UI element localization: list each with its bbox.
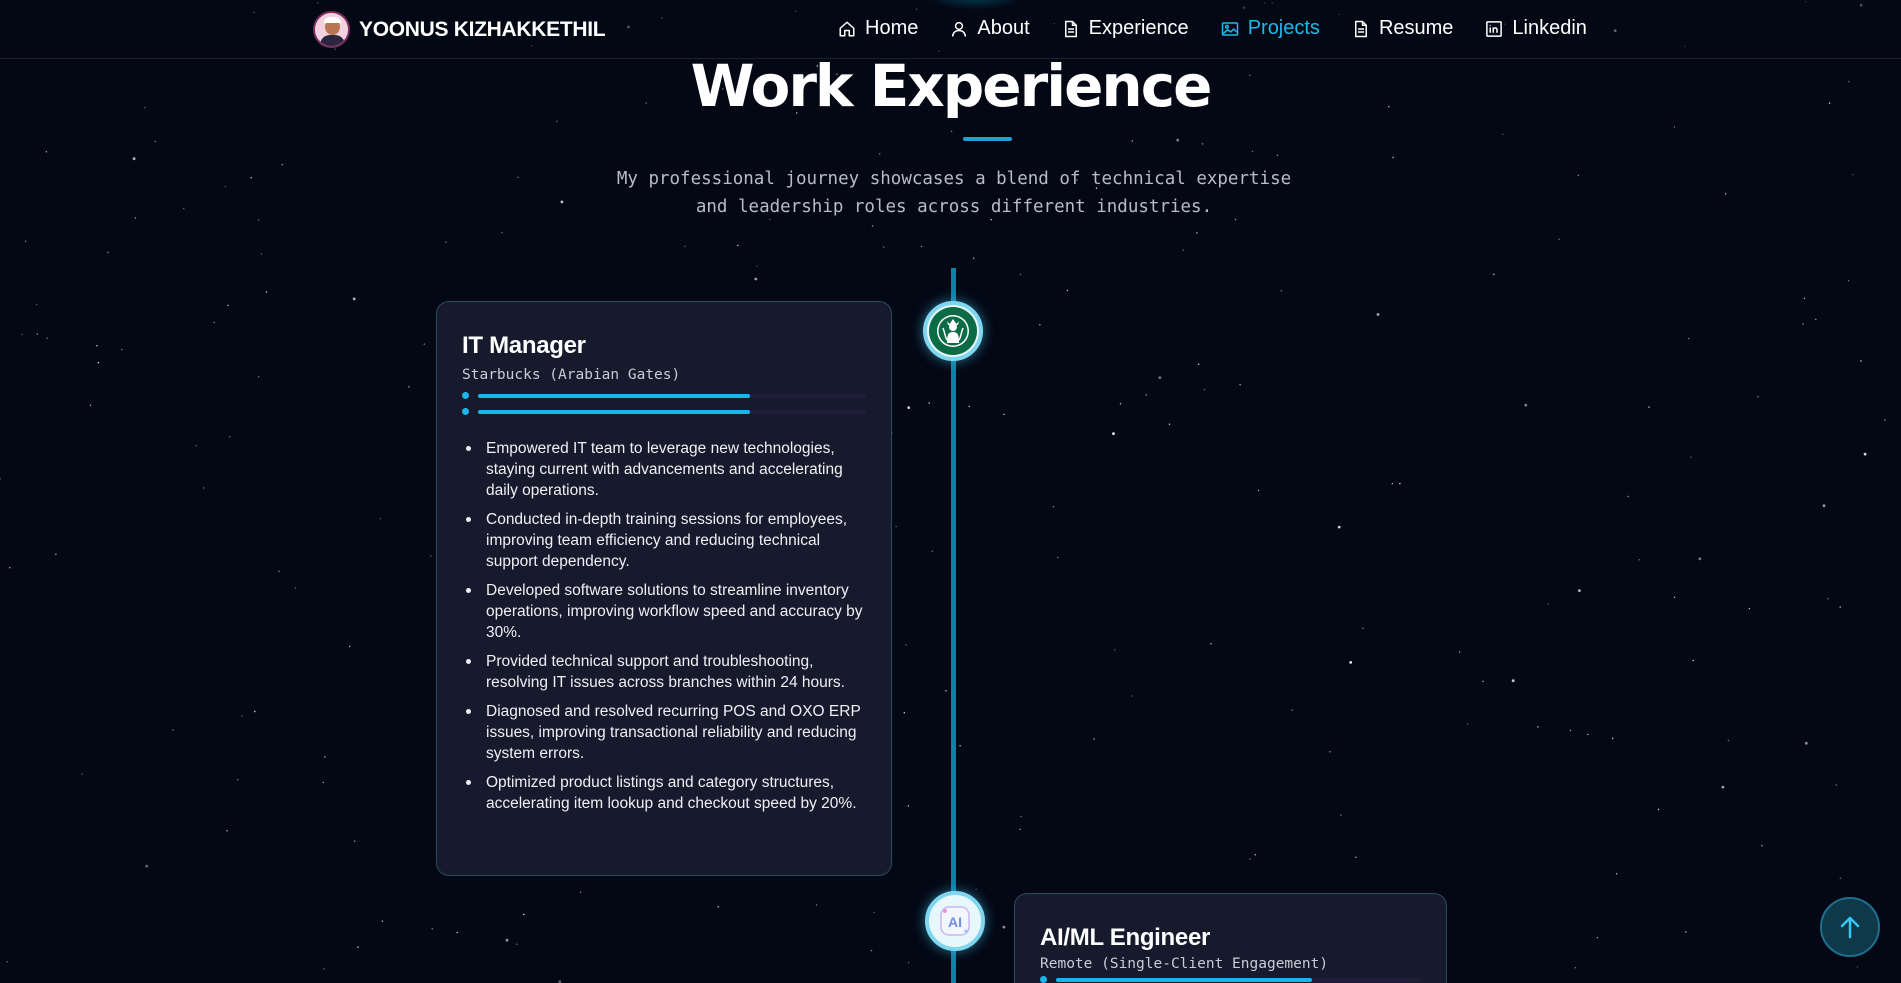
experience-card-it-manager: IT Manager Starbucks (Arabian Gates) Emp… xyxy=(436,301,892,876)
user-icon xyxy=(952,21,967,37)
nav-about[interactable]: About xyxy=(950,17,1030,40)
navbar: YOONUS KIZHAKKETHIL Home About Experienc… xyxy=(0,0,1901,59)
brand-name: YOONUS KIZHAKKETHIL xyxy=(359,17,606,41)
section-subtitle: My professional journey showcases a blen… xyxy=(600,165,1308,221)
starbucks-logo-icon xyxy=(923,301,983,361)
job-title: IT Manager xyxy=(462,332,586,359)
list-item: Conducted in-depth training sessions for… xyxy=(462,509,866,572)
nav-experience-label: Experience xyxy=(1088,17,1189,39)
scroll-to-top-button[interactable] xyxy=(1820,897,1880,957)
title-underline xyxy=(963,137,1012,141)
nav-home[interactable]: Home xyxy=(838,17,918,40)
company-name: Starbucks (Arabian Gates) xyxy=(462,367,681,383)
svg-text:AI: AI xyxy=(948,914,962,930)
subtitle-line-2: and leadership roles across different in… xyxy=(695,197,1213,217)
nav-projects[interactable]: Projects xyxy=(1221,17,1320,40)
avatar xyxy=(313,11,350,48)
nav-links: Home About Experience Projects Resume Li… xyxy=(838,17,1587,40)
list-item: Empowered IT team to leverage new techno… xyxy=(462,438,866,501)
arrow-up-icon xyxy=(1840,916,1860,939)
nav-experience[interactable]: Experience xyxy=(1062,17,1189,40)
progress-bar xyxy=(462,392,866,399)
progress-bar xyxy=(462,408,866,415)
document-icon xyxy=(1354,20,1367,37)
nav-about-label: About xyxy=(977,17,1030,39)
ai-logo-icon: AI xyxy=(925,891,985,951)
home-icon xyxy=(839,21,855,36)
nav-linkedin[interactable]: Linkedin xyxy=(1485,17,1587,40)
nav-resume-label: Resume xyxy=(1378,17,1454,39)
job-title: AI/ML Engineer xyxy=(1040,924,1211,951)
document-icon xyxy=(1064,20,1077,37)
nav-glow xyxy=(925,0,1025,10)
timeline-line xyxy=(951,268,956,983)
nav-linkedin-label: Linkedin xyxy=(1512,17,1587,39)
image-icon xyxy=(1221,21,1238,36)
linkedin-icon xyxy=(1486,20,1503,37)
list-item: Optimized product listings and category … xyxy=(462,772,866,814)
responsibilities-list: Empowered IT team to leverage new techno… xyxy=(462,438,866,814)
brand[interactable]: YOONUS KIZHAKKETHIL xyxy=(313,11,606,48)
list-item: Developed software solutions to streamli… xyxy=(462,580,866,643)
experience-card-ai-ml-engineer: AI/ML Engineer Remote (Single-Client Eng… xyxy=(1014,893,1447,983)
list-item: Provided technical support and troublesh… xyxy=(462,651,866,693)
nav-projects-label: Projects xyxy=(1247,17,1320,39)
nav-resume[interactable]: Resume xyxy=(1352,17,1453,40)
list-item: Diagnosed and resolved recurring POS and… xyxy=(462,701,866,764)
progress-bar xyxy=(1040,976,1421,983)
nav-home-label: Home xyxy=(865,17,919,39)
company-name: Remote (Single-Client Engagement) xyxy=(1040,956,1329,972)
subtitle-line-1: My professional journey showcases a blen… xyxy=(616,169,1292,189)
section-title: Work Experience xyxy=(690,52,1213,120)
